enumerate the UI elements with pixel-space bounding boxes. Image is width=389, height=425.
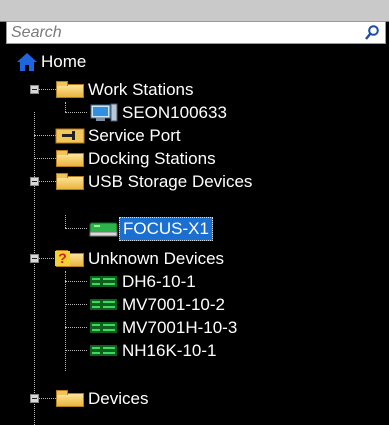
tree-item-dh6-10-1[interactable]: DH6-10-1 <box>88 270 199 293</box>
tree-item-label: SEON100633 <box>122 102 227 122</box>
unknown-folder-icon: ? <box>54 248 85 269</box>
usb-drive-icon <box>89 222 118 237</box>
search-input[interactable] <box>11 23 341 42</box>
tree-item-label: MV7001-10-2 <box>122 294 226 314</box>
tree-connector <box>65 102 66 112</box>
collapse-toggle-usb-storage[interactable] <box>30 177 39 186</box>
tree-item-label: MV7001H-10-3 <box>122 317 238 337</box>
tree-item-docking-stations[interactable]: Docking Stations <box>54 147 219 170</box>
tree-panel: Home Work Stations SEON100633 Servic <box>0 0 389 425</box>
tree-connector <box>65 350 87 351</box>
tree-item-work-stations[interactable]: Work Stations <box>54 78 197 101</box>
tree-item-label: NH16K-10-1 <box>122 340 217 360</box>
home-icon <box>17 53 37 71</box>
tree-item-service-port[interactable]: Service Port <box>54 124 184 147</box>
top-bar <box>0 0 389 22</box>
folder-icon <box>54 388 85 409</box>
tree-item-label: Home <box>41 51 87 71</box>
tree-connector <box>34 135 56 136</box>
collapse-toggle-unknown-devices[interactable] <box>30 254 39 263</box>
folder-icon <box>54 171 85 192</box>
tree-item-nh16k-10-1[interactable]: NH16K-10-1 <box>88 339 220 362</box>
tree-item-unknown-devices[interactable]: ? Unknown Devices <box>54 247 227 270</box>
device-icon <box>90 299 117 310</box>
tree-item-mv7001-10-2[interactable]: MV7001-10-2 <box>88 293 228 316</box>
device-icon <box>90 345 117 356</box>
tree-connector <box>65 215 66 228</box>
tree-item-devices[interactable]: Devices <box>54 387 151 410</box>
folder-icon <box>54 148 85 169</box>
device-icon <box>90 322 117 333</box>
tree-item-focus-x1[interactable]: FOCUS-X1 <box>88 216 213 241</box>
tree-item-label: DH6-10-1 <box>122 271 196 291</box>
search-icon[interactable] <box>363 24 381 42</box>
tree-connector <box>65 327 87 328</box>
tree-item-home[interactable]: Home <box>16 50 89 73</box>
tree-connector <box>65 228 87 229</box>
tree-connector <box>65 271 66 371</box>
tree-item-usb-storage-devices[interactable]: USB Storage Devices <box>54 170 255 193</box>
device-tree: Home Work Stations SEON100633 Service Po… <box>0 44 389 425</box>
search-box[interactable] <box>6 21 386 44</box>
tree-connector <box>65 304 87 305</box>
tree-item-label: Devices <box>88 388 149 408</box>
tree-connector <box>34 158 56 159</box>
tree-item-label: Work Stations <box>88 79 194 99</box>
tree-connector <box>65 281 87 282</box>
tree-item-label: Docking Stations <box>88 148 216 168</box>
collapse-toggle-devices[interactable] <box>30 394 39 403</box>
tree-item-label: USB Storage Devices <box>88 171 253 191</box>
device-icon <box>90 276 117 287</box>
service-port-icon <box>55 128 85 144</box>
tree-connector <box>65 112 87 113</box>
tree-item-mv7001h-10-3[interactable]: MV7001H-10-3 <box>88 316 240 339</box>
collapse-toggle-work-stations[interactable] <box>30 85 39 94</box>
folder-icon <box>54 79 85 100</box>
tree-item-label: FOCUS-X1 <box>119 216 213 241</box>
tree-item-label: Unknown Devices <box>88 248 225 268</box>
workstation-icon <box>90 103 118 122</box>
tree-item-seon100633[interactable]: SEON100633 <box>88 101 230 124</box>
tree-item-label: Service Port <box>88 125 181 145</box>
